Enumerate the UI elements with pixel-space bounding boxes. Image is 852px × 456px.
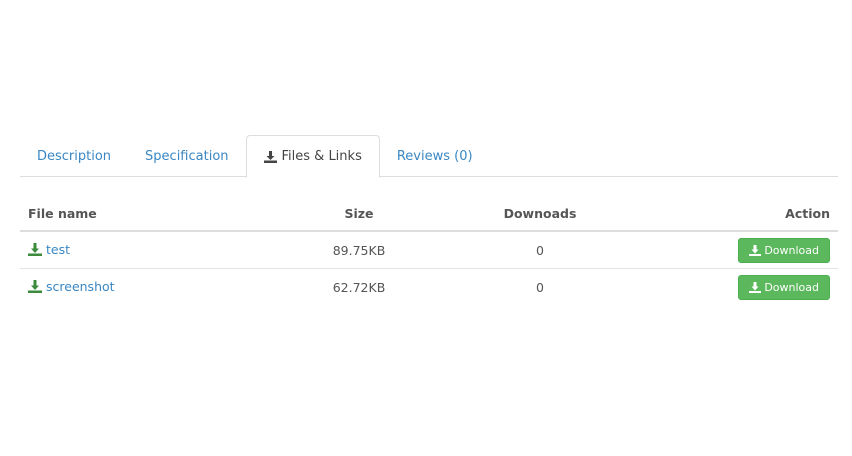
download-icon	[749, 281, 762, 293]
file-name-cell: screenshot	[20, 269, 286, 306]
download-icon	[28, 279, 42, 293]
table-header-row: File name Size Downoads Action	[20, 196, 838, 232]
file-size: 62.72KB	[332, 279, 386, 295]
tab-label: Reviews (0)	[396, 148, 473, 164]
action-cell: Download	[648, 269, 838, 306]
product-tabs-panel: Description Specification Files & Links …	[20, 135, 838, 305]
tab-label: Specification	[145, 148, 229, 164]
file-name: screenshot	[46, 278, 115, 294]
download-button[interactable]: Download	[738, 274, 830, 300]
header-size: Size	[286, 196, 432, 232]
download-icon	[749, 244, 762, 256]
tab-label: Description	[37, 148, 112, 164]
download-button-label: Download	[764, 280, 819, 294]
files-table: File name Size Downoads Action test 89.7…	[20, 196, 838, 305]
header-downloads: Downoads	[432, 196, 648, 232]
file-link[interactable]: test	[28, 242, 70, 257]
header-action: Action	[648, 196, 838, 232]
download-count: 0	[432, 231, 648, 269]
tab-specification[interactable]: Specification	[128, 135, 245, 177]
file-name-cell: test	[20, 231, 286, 269]
download-button[interactable]: Download	[738, 237, 830, 263]
file-size: 89.75KB	[286, 231, 432, 269]
tab-label: Files & Links	[281, 149, 362, 164]
tab-bar: Description Specification Files & Links …	[20, 135, 838, 178]
download-icon	[28, 242, 42, 256]
download-count: 0	[536, 279, 544, 295]
file-link[interactable]: screenshot	[28, 279, 115, 294]
download-icon	[263, 150, 277, 163]
table-row: test 89.75KB 0 Download	[20, 231, 838, 269]
table-row: screenshot 62.72KB 0 Download	[20, 269, 838, 306]
header-file-name: File name	[20, 196, 286, 232]
tab-files-links[interactable]: Files & Links	[245, 135, 380, 178]
action-cell: Download	[648, 231, 838, 269]
download-button-label: Download	[764, 243, 819, 257]
tab-description[interactable]: Description	[20, 135, 128, 177]
tab-reviews[interactable]: Reviews (0)	[380, 135, 490, 177]
file-name: test	[46, 241, 71, 257]
